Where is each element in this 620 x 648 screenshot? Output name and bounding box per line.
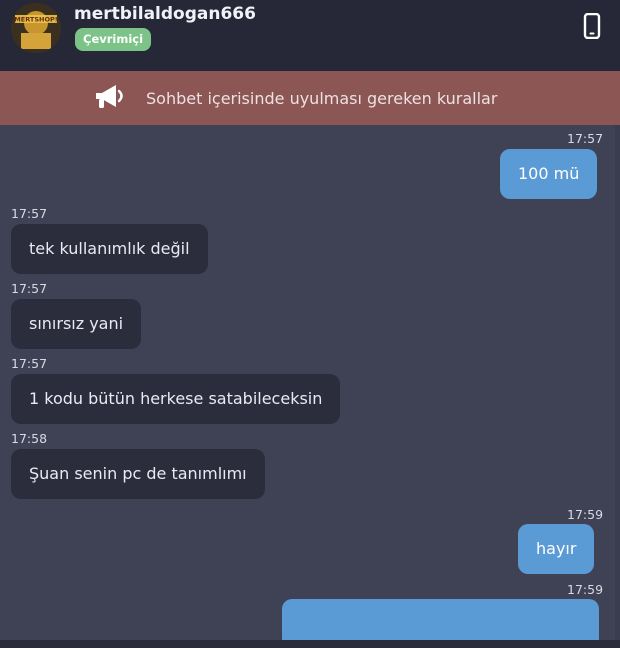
username[interactable]: mertbilaldogan666	[74, 4, 256, 24]
message-bubble-incoming[interactable]: 1 kodu bütün herkese satabileceksin	[11, 374, 341, 424]
scrollbar-track[interactable]	[615, 125, 620, 640]
message-bubble-outgoing[interactable]: hayır	[518, 524, 595, 574]
avatar-logo-text: MERTSHOP!	[14, 16, 57, 24]
message-time: 17:57	[567, 131, 604, 146]
message-time: 17:59	[567, 582, 604, 597]
message-bubble-incoming[interactable]: sınırsız yani	[11, 299, 142, 349]
avatar-image: MERTSHOP!	[11, 3, 61, 53]
avatar[interactable]: MERTSHOP!	[11, 3, 61, 53]
message-input-area[interactable]	[0, 640, 620, 648]
message-bubble-incoming[interactable]: Şuan senin pc de tanımlımı	[11, 449, 265, 499]
smartphone-icon[interactable]	[582, 12, 602, 40]
chat-header: MERTSHOP! mertbilaldogan666 Çevrimiçi	[0, 0, 620, 71]
chat-rules-text: Sohbet içerisinde uyulması gereken kural…	[146, 89, 498, 108]
message-time: 17:57	[11, 356, 48, 371]
message-time: 17:57	[11, 281, 48, 296]
online-status-badge: Çevrimiçi	[75, 28, 152, 51]
message-time: 17:59	[567, 507, 604, 522]
chat-rules-banner[interactable]: Sohbet içerisinde uyulması gereken kural…	[0, 71, 620, 125]
megaphone-icon	[94, 83, 126, 111]
message-bubble-incoming[interactable]: tek kullanımlık değil	[11, 224, 208, 274]
message-time: 17:58	[11, 431, 48, 446]
message-time: 17:57	[11, 206, 48, 221]
message-bubble-outgoing[interactable]: 100 mü	[500, 149, 598, 199]
